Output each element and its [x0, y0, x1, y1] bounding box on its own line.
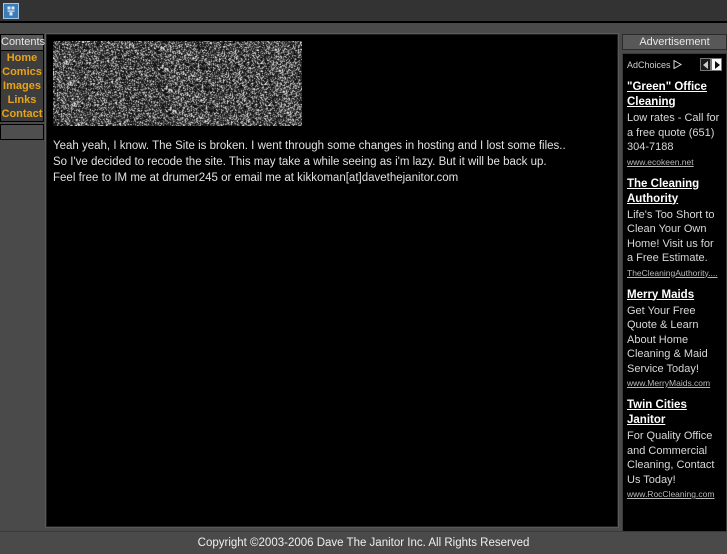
- ad-title-link[interactable]: The Cleaning Authority: [627, 177, 722, 207]
- ad-url-link[interactable]: www.MerryMaids.com: [627, 378, 722, 388]
- ad-url-link[interactable]: TheCleaningAuthority....: [627, 268, 722, 278]
- ad-prev-arrow-icon[interactable]: [700, 58, 711, 71]
- browser-toolbar: [0, 0, 727, 23]
- static-noise-banner-image: [53, 41, 302, 126]
- sidebar-nav: Contents Home Comics Images Links Contac…: [0, 34, 45, 140]
- broken-image-icon[interactable]: [3, 3, 19, 19]
- page-body: Contents Home Comics Images Links Contac…: [0, 25, 727, 553]
- adchoices-label[interactable]: AdChoices: [627, 60, 671, 70]
- ad-description: Low rates - Call for a free quote (651) …: [627, 112, 720, 153]
- adchoices-row: AdChoices: [627, 58, 722, 71]
- sidebar-empty-box: [0, 124, 44, 140]
- advertisement-column: Advertisement AdChoices "Green" Office C…: [622, 34, 727, 548]
- sidebar-item-comics[interactable]: Comics: [1, 65, 43, 79]
- ad-listing: Twin Cities Janitor For Quality Office a…: [627, 398, 722, 499]
- ad-title-link[interactable]: Twin Cities Janitor: [627, 398, 722, 428]
- sidebar-item-images[interactable]: Images: [1, 79, 43, 93]
- ad-description: Life's Too Short to Clean Your Own Home!…: [627, 208, 715, 265]
- ad-description: Get Your Free Quote & Learn About Home C…: [627, 304, 708, 375]
- ad-description: For Quality Office and Commercial Cleani…: [627, 430, 715, 486]
- sidebar-item-links[interactable]: Links: [1, 93, 43, 107]
- post-body-text: Yeah yeah, I know. The Site is broken. I…: [53, 140, 566, 184]
- ad-carousel-nav: [700, 58, 722, 71]
- adchoices-triangle-icon[interactable]: [673, 60, 682, 69]
- ad-url-link[interactable]: www.ecokeen.net: [627, 157, 722, 167]
- contents-header: Contents: [1, 35, 45, 51]
- ad-title-link[interactable]: Merry Maids: [627, 288, 722, 303]
- sidebar-item-home[interactable]: Home: [1, 51, 43, 65]
- ad-listing: Merry Maids Get Your Free Quote & Learn …: [627, 288, 722, 389]
- ad-title-link[interactable]: "Green" Office Cleaning: [627, 80, 722, 110]
- ad-listing: The Cleaning Authority Life's Too Short …: [627, 177, 722, 278]
- ad-listing: "Green" Office Cleaning Low rates - Call…: [627, 80, 722, 167]
- ad-next-arrow-icon[interactable]: [711, 58, 722, 71]
- sidebar-item-contact[interactable]: Contact: [1, 107, 43, 121]
- ad-url-link[interactable]: www.RocCleaning.com: [627, 489, 722, 499]
- nav-box: Contents Home Comics Images Links Contac…: [0, 34, 45, 122]
- main-content-panel: Yeah yeah, I know. The Site is broken. I…: [45, 33, 619, 528]
- advertisement-box: AdChoices "Green" Office Cleaning Low ra…: [622, 53, 727, 548]
- advertisement-header: Advertisement: [622, 34, 727, 50]
- footer-copyright: Copyright ©2003-2006 Dave The Janitor In…: [0, 531, 727, 553]
